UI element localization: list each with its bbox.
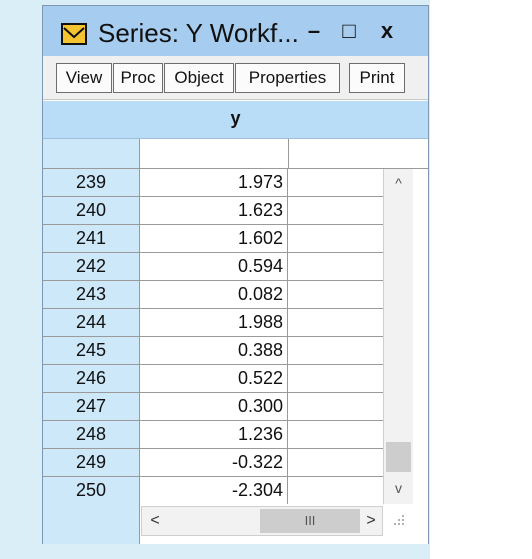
row-number[interactable]: 244 xyxy=(43,309,140,336)
object-button[interactable]: Object xyxy=(164,63,234,93)
row-number[interactable]: 246 xyxy=(43,365,140,392)
series-window: Series: Y Workf... – □ x View Proc Objec… xyxy=(42,5,429,544)
properties-button[interactable]: Properties xyxy=(235,63,340,93)
row-number[interactable]: 247 xyxy=(43,393,140,420)
cell-value[interactable]: 1.988 xyxy=(141,309,288,336)
blank-header-row xyxy=(43,139,428,169)
cell-value[interactable]: 0.388 xyxy=(141,337,288,364)
row-number[interactable]: 250 xyxy=(43,477,140,504)
cell-value[interactable]: 0.594 xyxy=(141,253,288,280)
series-window-icon xyxy=(61,23,87,45)
horizontal-scroll-row: < III > xyxy=(43,504,428,544)
vertical-scroll-thumb[interactable] xyxy=(386,442,411,472)
table-row[interactable]: 241 1.602 xyxy=(43,225,383,253)
row-number[interactable]: 249 xyxy=(43,449,140,476)
table-row[interactable]: 250 -2.304 xyxy=(43,477,383,505)
cell-value[interactable]: 0.300 xyxy=(141,393,288,420)
column-header-y[interactable]: y xyxy=(43,108,428,129)
title-bar[interactable]: Series: Y Workf... – □ x xyxy=(43,6,428,56)
row-number[interactable]: 242 xyxy=(43,253,140,280)
cell-value[interactable]: -0.322 xyxy=(141,449,288,476)
table-row[interactable]: 248 1.236 xyxy=(43,421,383,449)
table-row[interactable]: 242 0.594 xyxy=(43,253,383,281)
data-grid: 239 1.973 240 1.623 241 1.602 242 0.594 243 0.082… xyxy=(43,169,383,505)
table-row[interactable]: 247 0.300 xyxy=(43,393,383,421)
table-row[interactable]: 246 0.522 xyxy=(43,365,383,393)
row-number[interactable]: 239 xyxy=(43,169,140,196)
table-row[interactable]: 249 -0.322 xyxy=(43,449,383,477)
cell-value[interactable]: 0.522 xyxy=(141,365,288,392)
horizontal-scrollbar[interactable]: < III > xyxy=(141,506,383,536)
minimize-button[interactable]: – xyxy=(300,18,328,44)
cell-value[interactable]: 1.973 xyxy=(141,169,288,196)
cell-value[interactable]: 1.602 xyxy=(141,225,288,252)
vertical-scrollbar[interactable]: ^ v xyxy=(383,169,413,504)
cell-value[interactable]: 0.082 xyxy=(141,281,288,308)
table-row[interactable]: 245 0.388 xyxy=(43,337,383,365)
toolbar: View Proc Object Properties Print xyxy=(43,56,428,100)
print-button[interactable]: Print xyxy=(349,63,405,93)
row-number[interactable]: 243 xyxy=(43,281,140,308)
horizontal-scroll-thumb[interactable]: III xyxy=(260,509,360,533)
window-title: Series: Y Workf... xyxy=(98,18,299,48)
scroll-right-icon[interactable]: > xyxy=(360,507,382,535)
proc-button[interactable]: Proc xyxy=(113,63,163,93)
table-row[interactable]: 240 1.623 xyxy=(43,197,383,225)
close-button[interactable]: x xyxy=(373,18,401,44)
row-number[interactable]: 245 xyxy=(43,337,140,364)
column-header-row: y xyxy=(43,101,428,139)
scroll-down-icon[interactable]: v xyxy=(384,475,413,501)
cell-value[interactable]: -2.304 xyxy=(141,477,288,504)
row-number[interactable]: 241 xyxy=(43,225,140,252)
maximize-button[interactable]: □ xyxy=(335,18,363,44)
view-button[interactable]: View xyxy=(56,63,112,93)
cell-value[interactable]: 1.236 xyxy=(141,421,288,448)
table-row[interactable]: 239 1.973 xyxy=(43,169,383,197)
table-row[interactable]: 244 1.988 xyxy=(43,309,383,337)
cell-value[interactable]: 1.623 xyxy=(141,197,288,224)
resize-grip-icon[interactable] xyxy=(393,514,413,534)
blank-area xyxy=(430,0,532,559)
row-number[interactable]: 248 xyxy=(43,421,140,448)
corner-cell[interactable] xyxy=(43,139,140,168)
scroll-left-icon[interactable]: < xyxy=(144,507,166,535)
row-number[interactable]: 240 xyxy=(43,197,140,224)
table-row[interactable]: 243 0.082 xyxy=(43,281,383,309)
scroll-up-icon[interactable]: ^ xyxy=(384,170,413,196)
